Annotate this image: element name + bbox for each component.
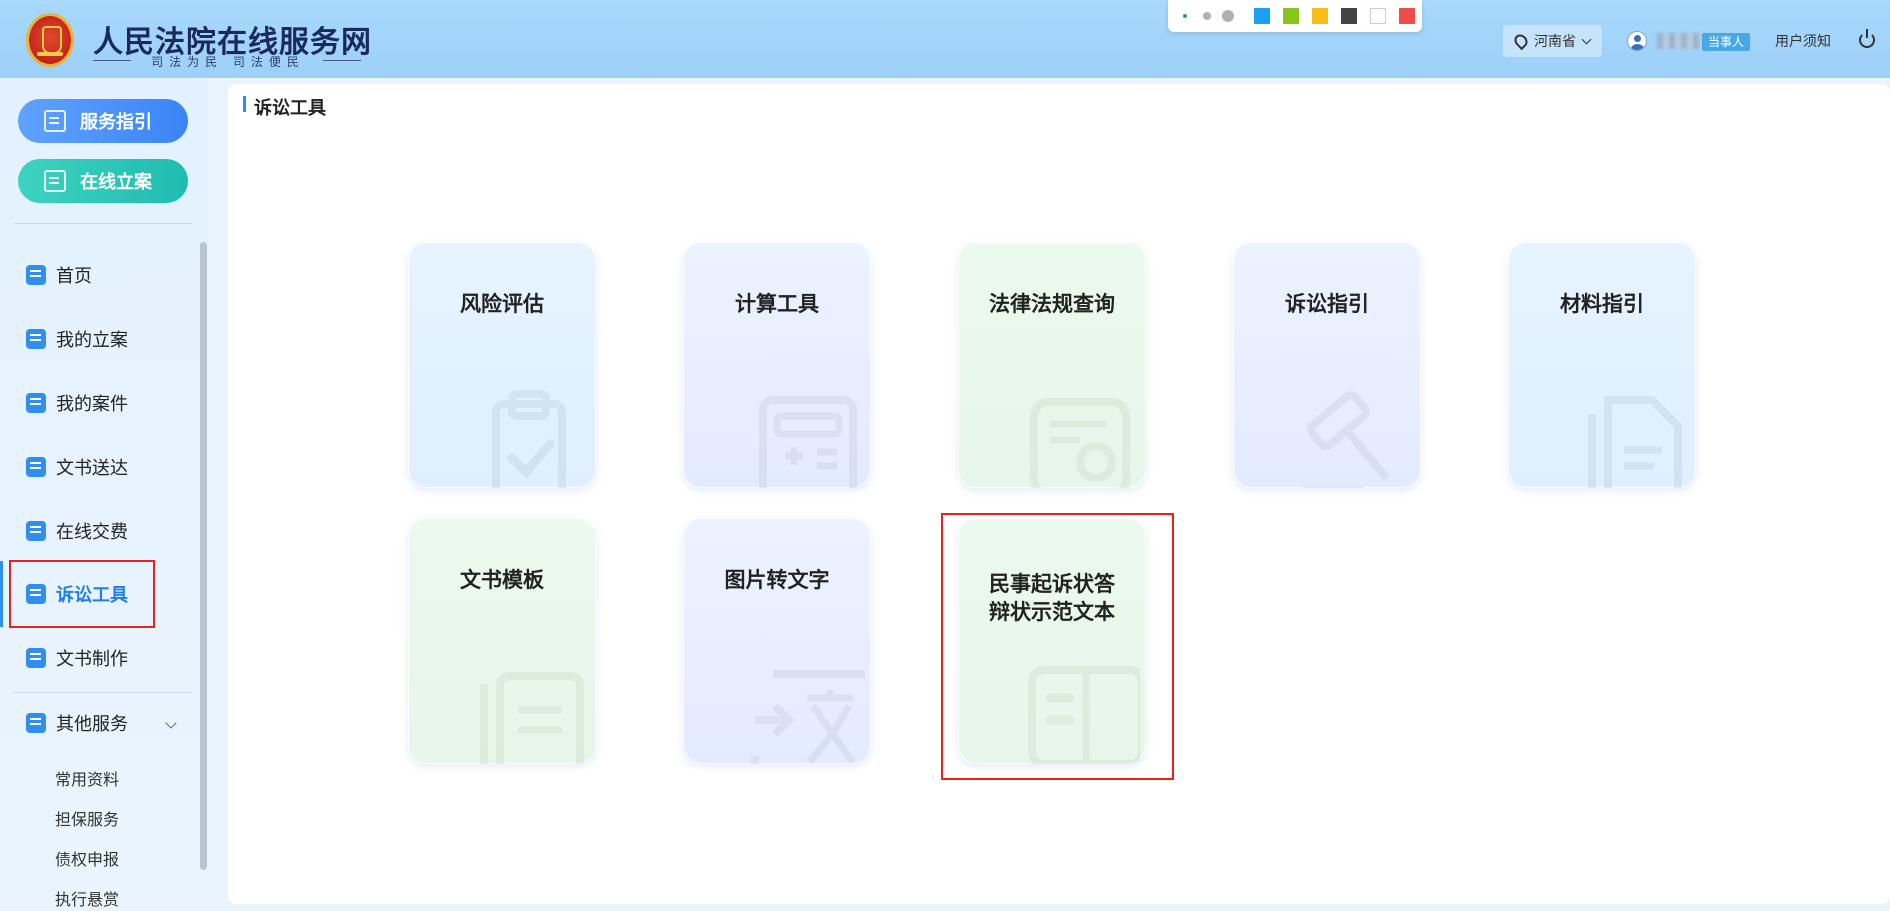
color-swatch-white[interactable] (1370, 8, 1386, 24)
sidebar-divider (14, 223, 192, 224)
sidebar-subitem-claim-declaration[interactable]: 债权申报 (55, 846, 119, 870)
sidebar-item-label: 我的立案 (56, 330, 128, 351)
tool-card-calculator[interactable]: 计算工具 (683, 242, 871, 488)
sidebar-item-label: 文书制作 (56, 649, 128, 670)
site-slogan: 司法为民 司法便民 (151, 55, 305, 69)
highlight-frame-card (941, 513, 1174, 780)
sidebar-item-label: 文书送达 (56, 458, 128, 479)
search-doc-icon (1030, 398, 1130, 488)
clipboard-icon (26, 393, 46, 413)
service-guide-label: 服务指引 (80, 112, 152, 133)
tool-card-document-templates[interactable]: 文书模板 (408, 518, 596, 764)
gavel-icon (1303, 390, 1390, 488)
user-name-redacted[interactable] (1657, 33, 1702, 49)
active-indicator-bar (0, 561, 3, 627)
user-notice-link[interactable]: 用户须知 (1775, 31, 1831, 51)
payment-icon (26, 521, 46, 541)
main-content (228, 84, 1890, 904)
sidebar-item-online-payment[interactable]: 在线交费 (26, 516, 128, 546)
tool-card-image-to-text[interactable]: 图片转文字 (683, 518, 871, 764)
logout-power-icon[interactable] (1859, 29, 1875, 48)
home-icon (26, 265, 46, 285)
sidebar-divider (14, 692, 192, 693)
user-role-badge: 当事人 (1702, 33, 1750, 51)
edit-form-icon (44, 170, 66, 192)
sidebar-item-document-drafting[interactable]: 文书制作 (26, 643, 128, 673)
sidebar-scrollbar-thumb[interactable] (200, 242, 207, 870)
card-title: 材料指引 (1560, 292, 1644, 316)
chevron-down-icon (1581, 34, 1592, 44)
sidebar-item-other-services[interactable]: 其他服务 (26, 708, 128, 738)
document-icon (26, 648, 46, 668)
documents-icon (1588, 396, 1682, 488)
region-label: 河南省 (1534, 34, 1576, 50)
sidebar-item-document-delivery[interactable]: 文书送达 (26, 452, 128, 482)
sidebar-item-label: 在线交费 (56, 522, 128, 543)
card-title: 文书模板 (460, 568, 544, 592)
card-title: 计算工具 (735, 292, 819, 316)
sidebar-item-label: 我的案件 (56, 394, 128, 415)
user-avatar[interactable] (1627, 31, 1647, 51)
location-pin-icon (1511, 31, 1531, 51)
tool-card-law-search[interactable]: 法律法规查询 (958, 242, 1146, 488)
online-filing-label: 在线立案 (80, 172, 152, 193)
font-size-large-dot[interactable] (1222, 10, 1234, 22)
sidebar-item-my-cases[interactable]: 我的案件 (26, 388, 128, 418)
sidebar-item-home[interactable]: 首页 (26, 260, 92, 290)
monitor-icon (26, 457, 46, 477)
edit-file-icon (26, 329, 46, 349)
sidebar-subitem-enforcement-reward[interactable]: 执行悬赏 (55, 886, 119, 910)
service-guide-button[interactable]: 服务指引 (18, 99, 188, 143)
page-title: 诉讼工具 (254, 98, 326, 119)
accessibility-color-toolbar (1168, 0, 1422, 32)
guide-icon (44, 110, 66, 132)
sidebar-item-label: 首页 (56, 266, 92, 287)
apps-icon (26, 713, 46, 733)
color-swatch-red[interactable] (1399, 8, 1415, 24)
template-icon (480, 672, 584, 764)
color-swatch-green[interactable] (1283, 8, 1299, 24)
image-to-text-icon (751, 670, 865, 764)
online-filing-button[interactable]: 在线立案 (18, 159, 188, 203)
tool-card-risk-assessment[interactable]: 风险评估 (408, 242, 596, 488)
region-selector[interactable]: 河南省 (1503, 25, 1602, 57)
calculator-icon (759, 396, 857, 488)
color-swatch-yellow[interactable] (1312, 8, 1328, 24)
highlight-frame-sidebar (9, 560, 155, 628)
slogan-divider-right (323, 60, 361, 61)
sidebar-item-label: 其他服务 (56, 714, 128, 735)
top-header: 人民法院在线服务网 司法为民 司法便民 河南省 当事人 用户须知 (0, 0, 1890, 78)
sidebar-subitem-guarantee-service[interactable]: 担保服务 (55, 806, 119, 830)
clipboard-check-icon (492, 390, 566, 488)
sidebar-subitem-common-materials[interactable]: 常用资料 (55, 766, 119, 790)
page-title-accent (243, 96, 246, 112)
sidebar-item-my-filings[interactable]: 我的立案 (26, 324, 128, 354)
color-swatch-blue[interactable] (1254, 8, 1270, 24)
card-title: 法律法规查询 (989, 292, 1115, 316)
card-title: 诉讼指引 (1285, 292, 1369, 316)
font-size-medium-dot[interactable] (1203, 12, 1211, 20)
tool-card-litigation-guide[interactable]: 诉讼指引 (1233, 242, 1421, 488)
card-title: 风险评估 (460, 292, 544, 316)
color-swatch-dark[interactable] (1341, 8, 1357, 24)
tool-card-materials-guide[interactable]: 材料指引 (1508, 242, 1696, 488)
court-emblem-logo (26, 13, 74, 67)
card-title: 图片转文字 (724, 568, 830, 592)
font-size-small-dot[interactable] (1183, 14, 1187, 18)
